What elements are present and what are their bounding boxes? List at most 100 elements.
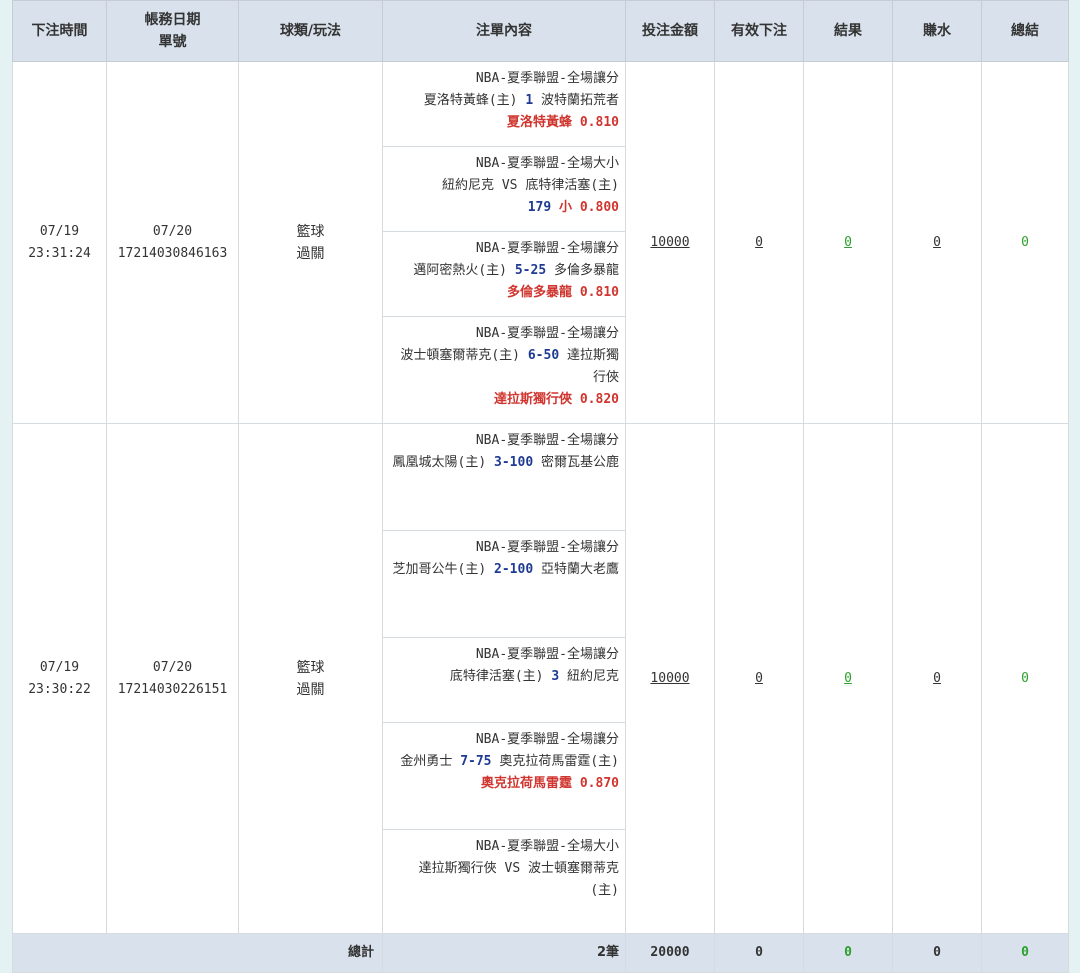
bet-pick: 多倫多暴龍 — [507, 285, 573, 300]
summary-valid: 0 — [714, 933, 804, 973]
bet-away: 多倫多暴龍 — [553, 263, 619, 278]
rebate-link[interactable]: 0 — [933, 235, 941, 250]
valid-bet[interactable]: 0 — [714, 423, 804, 934]
bet-item: NBA-夏季聯盟-全場讓分 鳳凰城太陽(主) 3-100 密爾瓦基公鹿 — [383, 424, 625, 531]
bet-home: 波士頓塞爾蒂克(主) — [400, 348, 521, 363]
result-link[interactable]: 0 — [844, 235, 852, 250]
valid-bet[interactable]: 0 — [714, 61, 804, 424]
bet-home: 金州勇士 — [400, 754, 453, 769]
bet-league: NBA-夏季聯盟-全場大小 — [475, 156, 619, 171]
col-result: 結果 — [803, 0, 893, 62]
bet-time: 07/19 23:31:24 — [12, 61, 107, 424]
ticket-number: 07/20 17214030846163 — [106, 61, 239, 424]
bet-odds: 0.820 — [579, 392, 619, 407]
sport-type: 籃球 過關 — [238, 61, 383, 424]
bet-line: 3 — [551, 669, 560, 684]
summary-total: 0 — [981, 933, 1069, 973]
bet-home: 芝加哥公牛(主) — [392, 562, 487, 577]
bet-item: NBA-夏季聯盟-全場大小 達拉斯獨行俠 VS 波士頓塞爾蒂克(主) — [383, 830, 625, 932]
valid-bet-link[interactable]: 0 — [755, 235, 763, 250]
bet-line: 6-50 — [527, 348, 560, 363]
bet-history-table: 下注時間 帳務日期 單號 球類/玩法 注單內容 投注金額 有效下注 結果 賺水 … — [12, 0, 1069, 973]
total-value: 0 — [1021, 670, 1029, 686]
summary-amount: 20000 — [625, 933, 715, 973]
bet-away: 亞特蘭大老鷹 — [540, 562, 619, 577]
total: 0 — [981, 61, 1069, 424]
total-value: 0 — [1021, 234, 1029, 250]
rebate[interactable]: 0 — [892, 423, 982, 934]
valid-bet-link[interactable]: 0 — [755, 671, 763, 686]
bet-amount-link[interactable]: 10000 — [650, 671, 689, 686]
bet-away: 奧克拉荷馬雷霆(主) — [499, 754, 619, 769]
bet-home: 紐約尼克 — [442, 178, 495, 193]
bet-home: 邁阿密熱火(主) — [413, 263, 508, 278]
bet-home: 達拉斯獨行俠 — [418, 861, 497, 876]
bet-vs: VS — [504, 861, 521, 876]
col-valid-bet: 有效下注 — [714, 0, 804, 62]
table-row: 07/19 23:31:24 07/20 17214030846163 籃球 過… — [12, 61, 1069, 424]
bet-pick: 奧克拉荷馬雷霆 — [481, 776, 573, 791]
bet-odds: 0.800 — [579, 200, 619, 215]
bet-away: 密爾瓦基公鹿 — [540, 455, 619, 470]
col-amount: 投注金額 — [625, 0, 715, 62]
bet-pick: 夏洛特黃蜂 — [507, 115, 573, 130]
col-bet-content: 注單內容 — [382, 0, 626, 62]
col-rebate: 賺水 — [892, 0, 982, 62]
bet-league: NBA-夏季聯盟-全場讓分 — [475, 241, 619, 256]
bet-league: NBA-夏季聯盟-全場讓分 — [475, 433, 619, 448]
summary-label: 總計 — [12, 933, 383, 973]
bet-odds: 0.810 — [579, 285, 619, 300]
bet-amount-link[interactable]: 10000 — [650, 235, 689, 250]
bet-content: NBA-夏季聯盟-全場讓分 夏洛特黃蜂(主) 1 波特蘭拓荒者 夏洛特黃蜂 0.… — [382, 61, 626, 424]
bet-odds: 0.810 — [579, 115, 619, 130]
bet-amount[interactable]: 10000 — [625, 423, 715, 934]
rebate[interactable]: 0 — [892, 61, 982, 424]
bet-pick: 達拉斯獨行俠 — [494, 392, 573, 407]
bet-item: NBA-夏季聯盟-全場讓分 夏洛特黃蜂(主) 1 波特蘭拓荒者 夏洛特黃蜂 0.… — [383, 62, 625, 147]
bet-league: NBA-夏季聯盟-全場讓分 — [475, 71, 619, 86]
bet-home: 底特律活塞(主) — [449, 669, 544, 684]
bet-league: NBA-夏季聯盟-全場讓分 — [475, 540, 619, 555]
bet-home: 夏洛特黃蜂(主) — [423, 93, 518, 108]
bet-league: NBA-夏季聯盟-全場讓分 — [475, 326, 619, 341]
bet-league: NBA-夏季聯盟-全場大小 — [475, 839, 619, 854]
bet-away: 底特律活塞(主) — [525, 178, 619, 193]
col-bet-time: 下注時間 — [12, 0, 107, 62]
col-total: 總結 — [981, 0, 1069, 62]
bet-line: 179 — [527, 200, 552, 215]
bet-line: 7-75 — [460, 754, 492, 769]
summary-count-value: 2筆 — [596, 945, 619, 960]
summary-rebate: 0 — [892, 933, 982, 973]
bet-content: NBA-夏季聯盟-全場讓分 鳳凰城太陽(主) 3-100 密爾瓦基公鹿 NBA-… — [382, 423, 626, 934]
bet-away: 波士頓塞爾蒂克(主) — [527, 861, 619, 898]
total: 0 — [981, 423, 1069, 934]
header-row: 下注時間 帳務日期 單號 球類/玩法 注單內容 投注金額 有效下注 結果 賺水 … — [12, 0, 1069, 62]
sport-type: 籃球 過關 — [238, 423, 383, 934]
bet-pick: 小 — [559, 200, 573, 215]
bet-away: 波特蘭拓荒者 — [540, 93, 619, 108]
bet-line: 1 — [525, 93, 534, 108]
summary-result: 0 — [803, 933, 893, 973]
summary-count: 2筆 — [382, 933, 626, 973]
col-account-date: 帳務日期 單號 — [106, 0, 239, 62]
bet-away: 紐約尼克 — [566, 669, 619, 684]
rebate-link[interactable]: 0 — [933, 671, 941, 686]
bet-time: 07/19 23:30:22 — [12, 423, 107, 934]
bet-line: 3-100 — [494, 455, 534, 470]
result[interactable]: 0 — [803, 423, 893, 934]
bet-amount[interactable]: 10000 — [625, 61, 715, 424]
bet-line: 2-100 — [494, 562, 534, 577]
bet-away: 達拉斯獨行俠 — [566, 348, 619, 385]
ticket-number: 07/20 17214030226151 — [106, 423, 239, 934]
bet-home: 鳳凰城太陽(主) — [392, 455, 487, 470]
bet-item: NBA-夏季聯盟-全場大小 紐約尼克 VS 底特律活塞(主) 179 小 0.8… — [383, 147, 625, 232]
bet-league: NBA-夏季聯盟-全場讓分 — [475, 732, 619, 747]
bet-item: NBA-夏季聯盟-全場讓分 金州勇士 7-75 奧克拉荷馬雷霆(主) 奧克拉荷馬… — [383, 723, 625, 830]
bet-odds: 0.870 — [579, 776, 619, 791]
bet-item: NBA-夏季聯盟-全場讓分 邁阿密熱火(主) 5-25 多倫多暴龍 多倫多暴龍 … — [383, 232, 625, 317]
summary-row: 總計 2筆 20000 0 0 0 0 — [12, 933, 1069, 973]
bet-league: NBA-夏季聯盟-全場讓分 — [475, 647, 619, 662]
result[interactable]: 0 — [803, 61, 893, 424]
table-row: 07/19 23:30:22 07/20 17214030226151 籃球 過… — [12, 423, 1069, 934]
result-link[interactable]: 0 — [844, 671, 852, 686]
